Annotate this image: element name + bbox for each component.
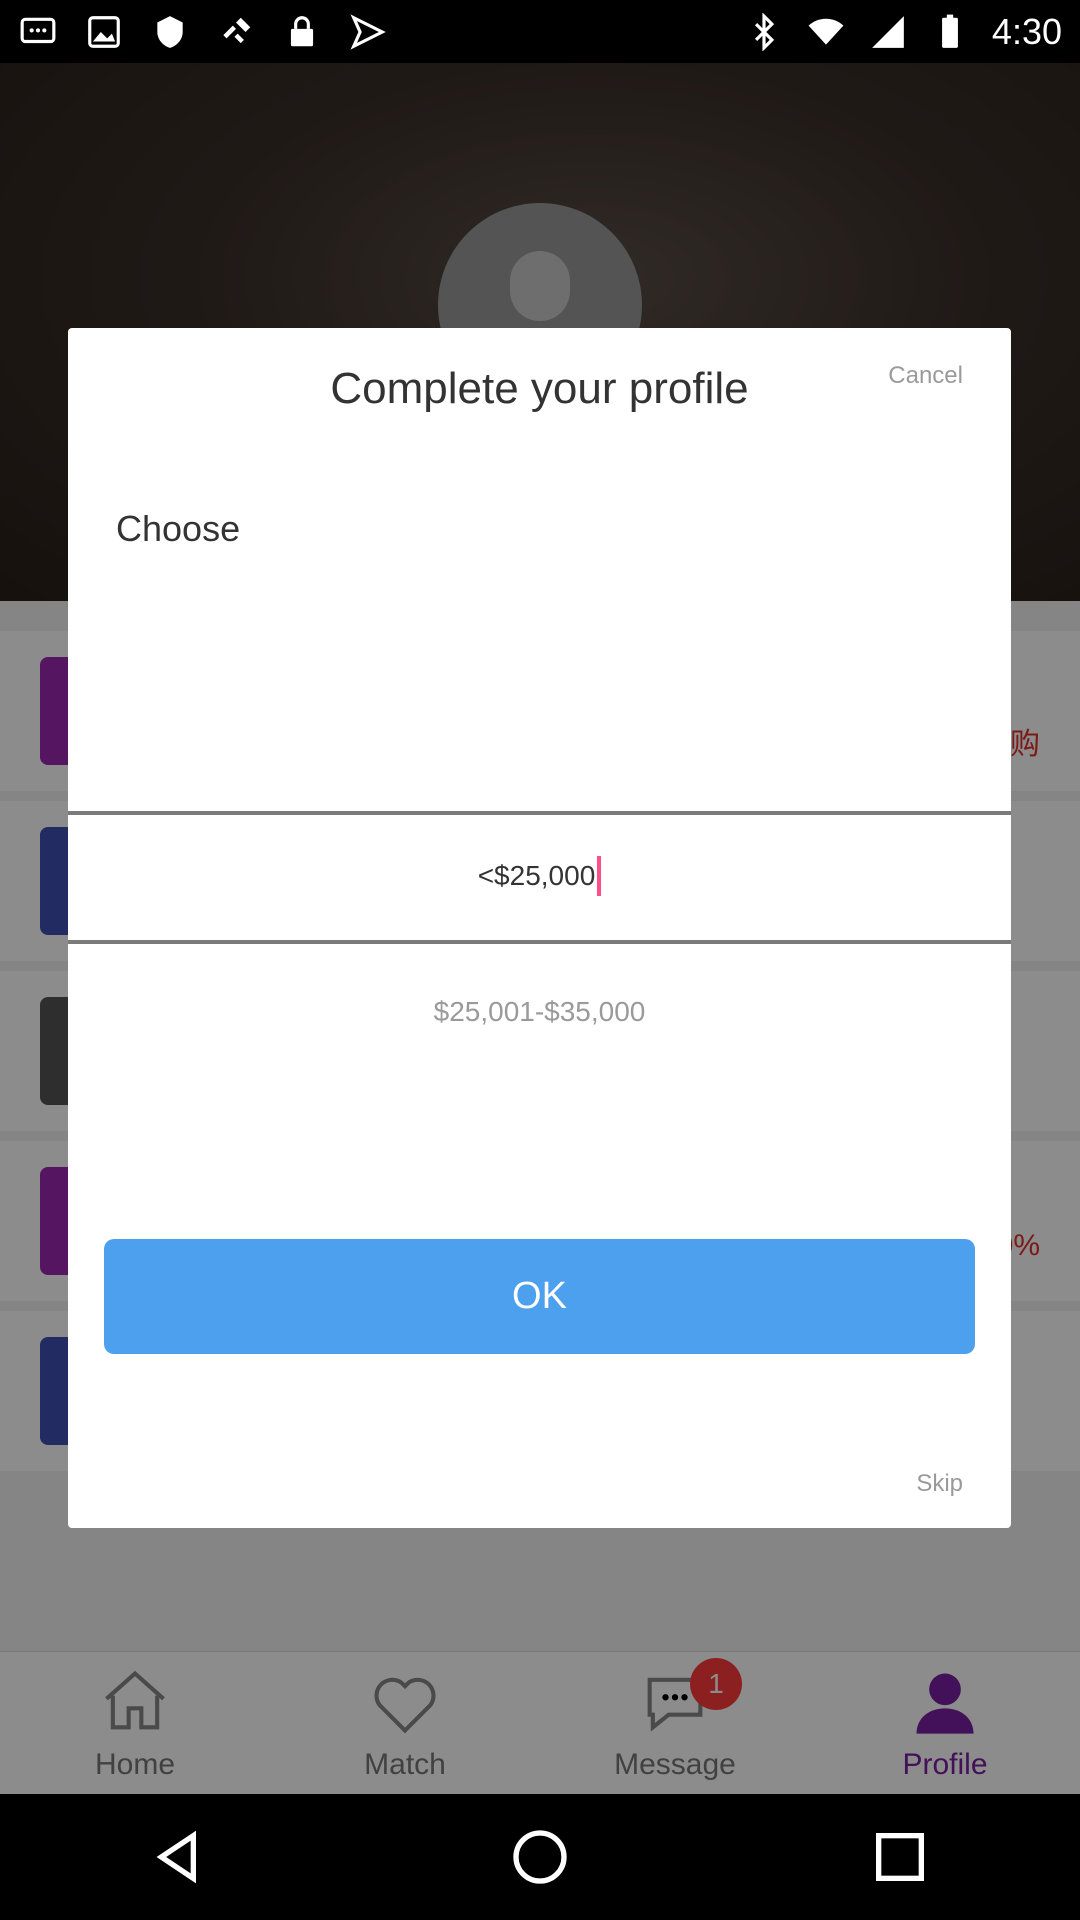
skip-button[interactable]: Skip — [916, 1470, 963, 1498]
ok-button[interactable]: OK — [104, 1239, 975, 1354]
status-time: 4:30 — [991, 10, 1062, 52]
wifi-icon — [806, 12, 846, 52]
dialog-title: Complete your profile — [330, 364, 749, 413]
home-nav-icon[interactable] — [508, 1825, 572, 1889]
fake-gps-icon — [216, 12, 256, 52]
picker-selected-text: <$25,000 — [477, 859, 596, 891]
picker-divider — [68, 940, 1011, 944]
bluetooth-icon — [744, 12, 784, 52]
text-cursor — [597, 855, 602, 896]
shield-icon — [150, 12, 190, 52]
battery-icon — [930, 12, 970, 52]
send-icon — [348, 12, 388, 52]
system-nav-bar — [0, 1794, 1080, 1920]
income-picker[interactable]: <$25,000 $25,001-$35,000 — [68, 728, 1011, 1148]
signal-icon — [868, 12, 908, 52]
cancel-button[interactable]: Cancel — [888, 362, 963, 390]
lock-icon — [282, 12, 322, 52]
photo-icon — [84, 12, 124, 52]
choose-label: Choose — [116, 508, 241, 549]
recents-icon[interactable] — [868, 1825, 932, 1889]
picker-selected-option[interactable]: <$25,000 — [68, 813, 1011, 938]
status-bar: 4:30 — [0, 0, 1080, 63]
messages-icon — [18, 12, 58, 52]
picker-option[interactable]: $25,001-$35,000 — [68, 996, 1011, 1028]
back-icon[interactable] — [148, 1825, 212, 1889]
complete-profile-dialog: Complete your profile Cancel Choose <$25… — [68, 328, 1011, 1528]
